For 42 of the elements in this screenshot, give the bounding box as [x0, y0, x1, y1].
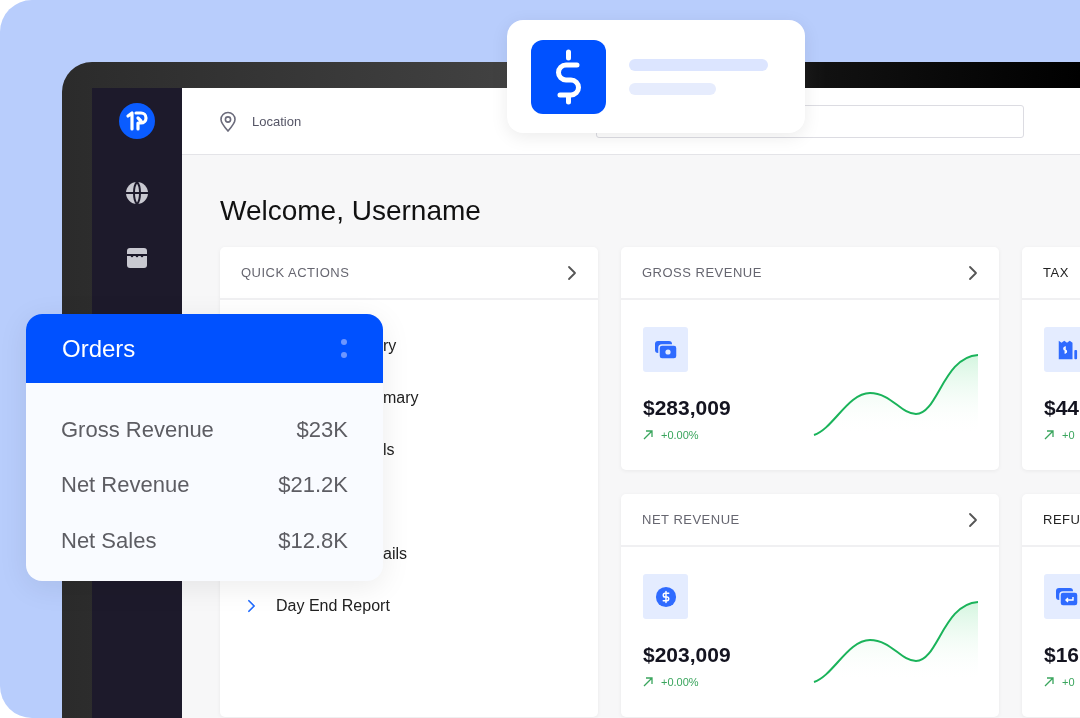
- metric-value: $23K: [296, 416, 348, 443]
- change-percent: +0.00%: [661, 676, 699, 688]
- orders-title: Orders: [62, 334, 136, 363]
- metric-label: Gross Revenue: [61, 416, 214, 443]
- location-label[interactable]: Location: [252, 113, 302, 129]
- trend-up-icon: [643, 677, 653, 687]
- welcome-heading: Welcome, Username: [220, 194, 482, 228]
- quick-action-link[interactable]: ry: [383, 337, 397, 355]
- logo-icon[interactable]: [119, 103, 155, 139]
- trend-up-icon: [643, 430, 653, 440]
- chevron-right-icon[interactable]: [968, 511, 978, 528]
- change-percent: +0.00%: [661, 429, 699, 441]
- metric-label: Net Revenue: [61, 472, 190, 499]
- quick-action-link[interactable]: ls: [383, 441, 395, 459]
- metric-value: $12.8K: [278, 527, 348, 554]
- dollar-icon: [531, 39, 606, 114]
- stat-value: $44: [1044, 396, 1080, 420]
- metric-value: $21.2K: [278, 472, 348, 499]
- stat-value: $283,009: [643, 396, 731, 420]
- card-title: GROSS REVENUE: [642, 265, 762, 280]
- stat-value: $16,: [1044, 643, 1080, 667]
- card-title: NET REVENUE: [642, 512, 740, 527]
- change-percent: +0: [1062, 429, 1075, 441]
- trend-up-icon: [1044, 677, 1054, 687]
- metric-label: Net Sales: [61, 527, 157, 554]
- quick-action-link[interactable]: ails: [383, 545, 407, 563]
- stat-value: $203,009: [643, 643, 731, 667]
- chevron-right-icon[interactable]: [968, 264, 978, 281]
- trend-up-icon: [1044, 430, 1054, 440]
- card-title: QUICK ACTIONS: [241, 265, 350, 280]
- quick-action-link[interactable]: Day End Report: [276, 597, 390, 615]
- chevron-right-icon: [247, 599, 256, 613]
- cash-icon: [643, 327, 688, 372]
- store-icon[interactable]: [125, 247, 149, 269]
- dollar-coin-icon: [643, 574, 688, 619]
- globe-icon[interactable]: [125, 181, 149, 205]
- card-title: TAX: [1043, 265, 1069, 280]
- quick-action-link[interactable]: mary: [383, 389, 419, 407]
- location-pin-icon: [218, 110, 238, 132]
- change-percent: +0: [1062, 676, 1075, 688]
- card-title: REFU: [1043, 512, 1080, 527]
- chevron-right-icon[interactable]: [567, 264, 577, 281]
